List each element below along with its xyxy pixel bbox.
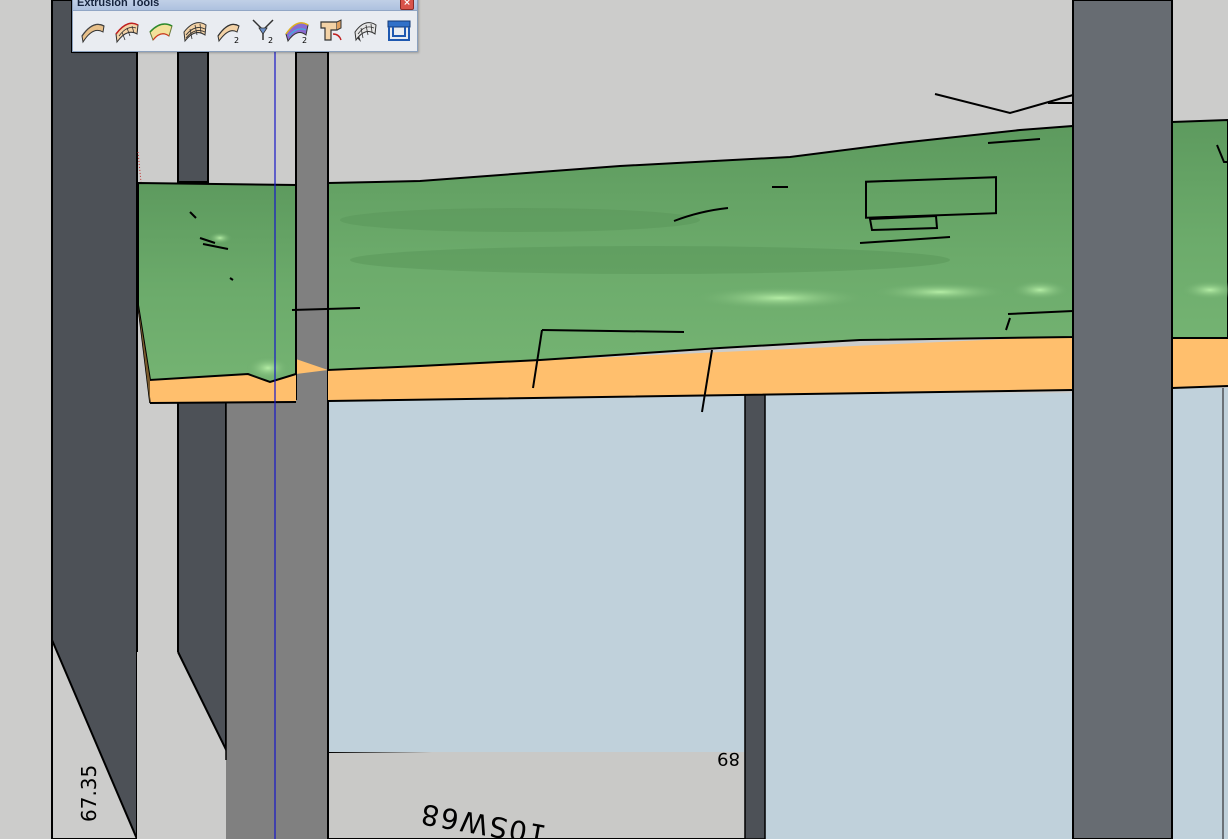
wall-second-dark [177,51,209,183]
extrude-edges-by-vector-to-line-icon: 2 [252,19,274,44]
terrain-highlight-3 [870,282,1010,302]
column-gray [226,400,276,839]
extrude-edges-by-face-icon [149,23,173,41]
toolbar-titlebar[interactable]: Extrusion Tools × [73,0,417,11]
tool-extrude-edges-by-rails-by-face[interactable] [349,15,381,45]
terrain-shadow-band-2 [340,208,700,232]
extrude-edges-by-lofting-icon [115,22,139,44]
column-gray-lower [276,400,328,839]
extrude-edges-by-rails-icon [81,23,105,44]
tool-extrude-edges-by-lofting[interactable] [111,15,143,45]
mullion-center [744,392,766,839]
glass-pane-right [765,393,1073,839]
terrain-highlight-1 [246,356,290,380]
extrude-edges-by-rails-to-lattice-icon: 2 [285,22,309,44]
tool-extrude-edges-by-edges[interactable] [179,15,211,45]
section-mark-label: 89 [717,748,740,769]
elevation-label: 67.35 [77,765,101,822]
glass-pane-left [328,395,746,752]
extrude-edges-by-loft-icon [387,20,411,41]
extrude-line-by-vector-icon: 2 [217,23,240,44]
glass-pane-far-right [1172,388,1228,839]
extrude-edges-by-rails-by-face-icon [354,22,377,42]
toolbar-title: Extrusion Tools [77,0,160,9]
wall-right [1072,0,1173,839]
tool-extrude-edges-by-vector-to-line[interactable]: 2 [247,15,279,45]
tool-extrude-edges-by-vector[interactable] [315,15,347,45]
extrude-edges-by-vector-icon [320,19,342,41]
terrain-highlight-4 [1010,280,1070,300]
terrain-surface [137,181,297,384]
tool-extrude-edges-by-rails-to-lattice[interactable]: 2 [281,15,313,45]
tool-extrude-line-by-vector[interactable]: 2 [213,15,245,45]
tool-extrude-edges-by-face[interactable] [145,15,177,45]
terrain-highlight-2 [690,286,870,310]
svg-text:2: 2 [268,36,273,44]
extrude-edges-by-edges-icon [183,22,207,43]
modeling-viewport[interactable]: 67.35 89 10SW68 [0,0,1228,839]
tool-extrude-edges-by-rails[interactable] [77,15,109,45]
extrusion-tools-toolbar[interactable]: Extrusion Tools × 2 2 2 [72,0,418,52]
close-icon: × [403,0,411,8]
terrain-shadow-band [350,246,950,274]
close-button[interactable]: × [400,0,414,10]
tool-extrude-edges-by-loft[interactable] [383,15,415,45]
svg-text:2: 2 [234,36,239,44]
toolbar-tools: 2 2 2 [77,15,415,47]
svg-text:2: 2 [302,36,307,44]
